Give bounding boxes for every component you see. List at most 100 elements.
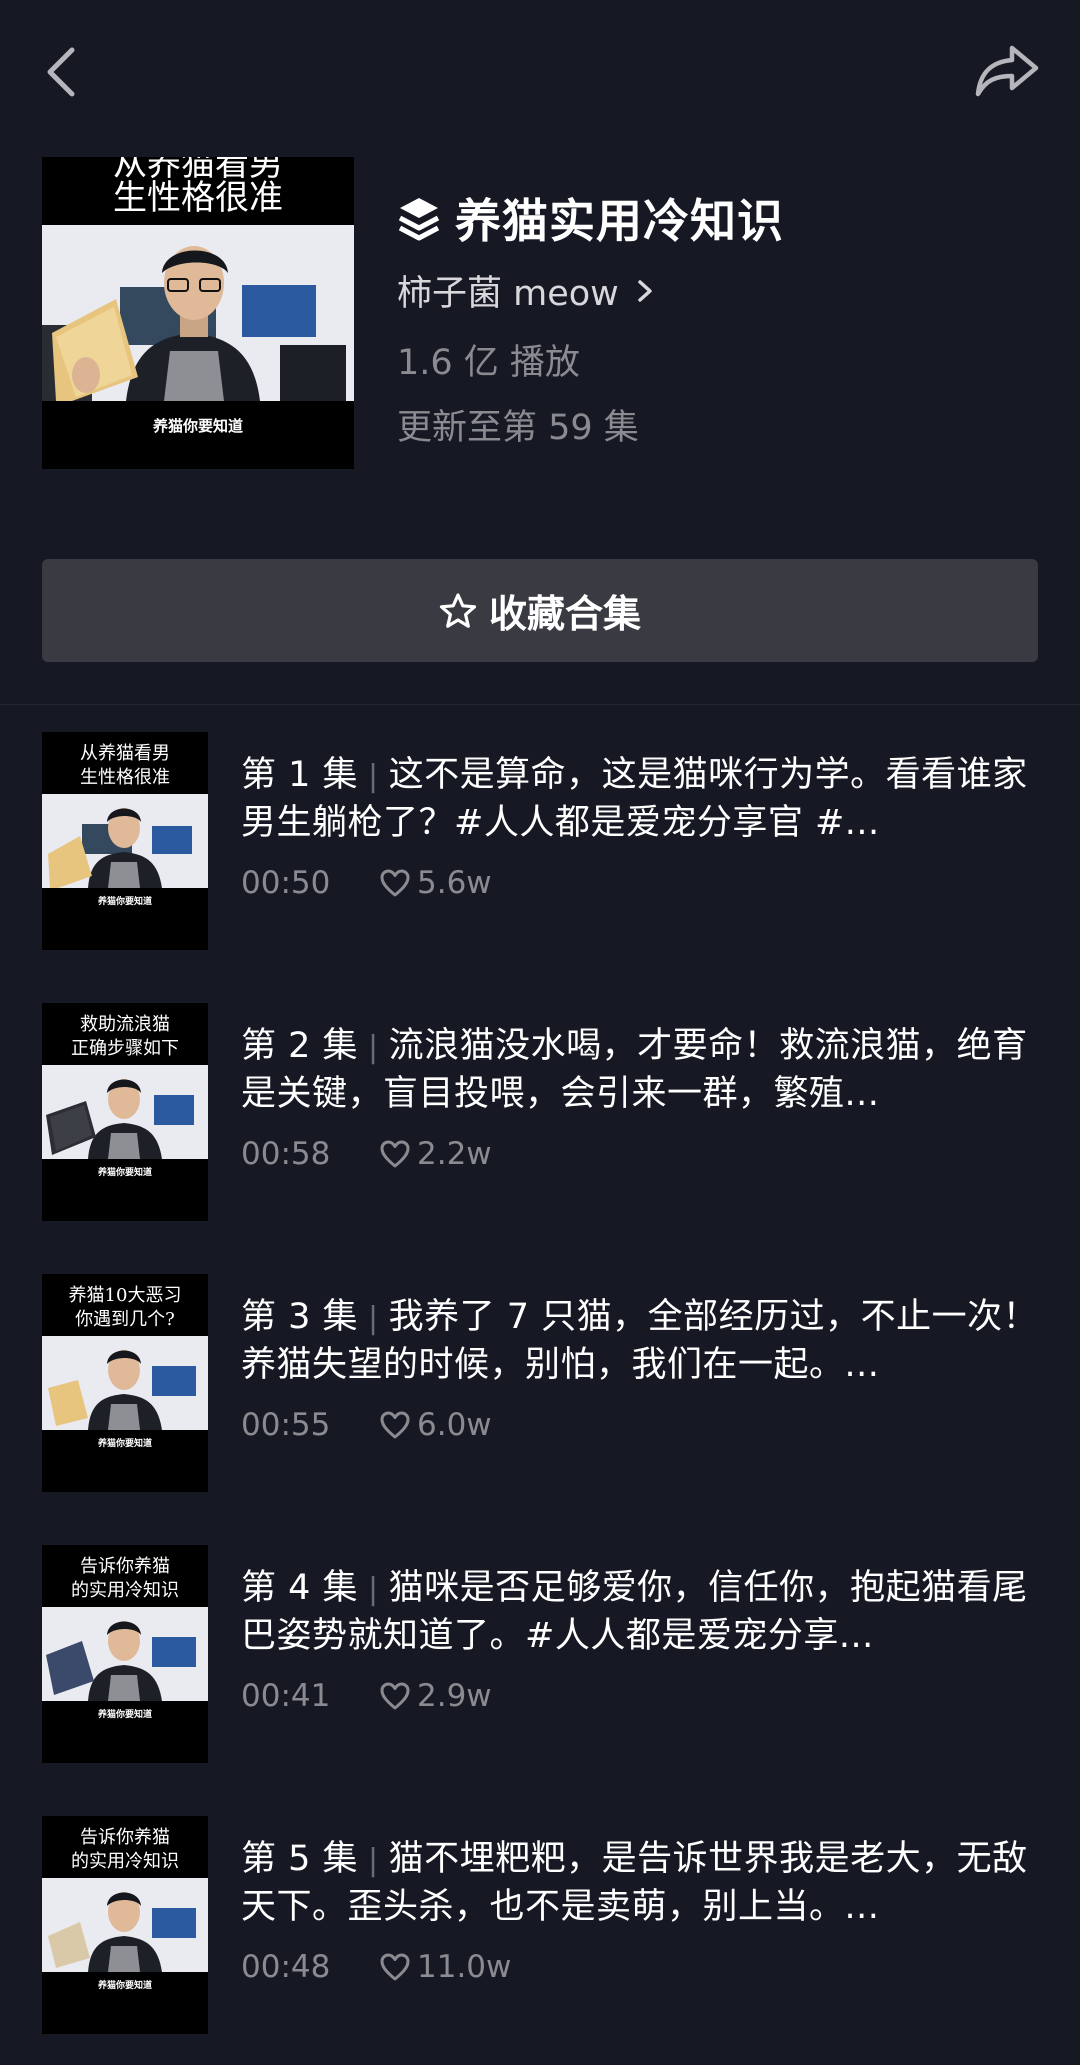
share-arrow-icon xyxy=(975,45,1039,97)
cover-title-line2: 生性格很准 xyxy=(113,178,283,218)
author-name: 柿子菌 meow xyxy=(397,274,619,314)
separator: | xyxy=(368,1301,379,1336)
episode-text: 第 5 集 | 猫不埋粑粑，是告诉世界我是老大，无敌天下。歪头杀，也不是卖萌，别上当… xyxy=(241,1836,1041,1985)
episode-description: 第 5 集 | 猫不埋粑粑，是告诉世界我是老大，无敌天下。歪头杀，也不是卖萌，别上当… xyxy=(241,1836,1041,1928)
episode-description: 第 4 集 | 猫咪是否足够爱你，信任你，抱起猫看尾巴姿势就知道了。#人人都是爱宠分… xyxy=(241,1565,1041,1657)
chevron-right-icon xyxy=(638,279,652,302)
episode-thumbnail: 从养猫看男 生性格很准 养猫你要知道 xyxy=(42,732,208,950)
episode-number: 第 3 集 xyxy=(241,1297,359,1337)
like-count-text: 11.0w xyxy=(417,1949,512,1985)
episode-description: 第 2 集 | 流浪猫没水喝，才要命！救流浪猫，绝育是关键，盲目投喂，会引来一群，繁… xyxy=(241,1023,1041,1115)
episode-meta: 00:58 2.2w xyxy=(241,1136,492,1172)
thumb-image xyxy=(42,1336,208,1430)
favorite-collection-button[interactable]: 收藏合集 xyxy=(42,559,1038,662)
like-count: 5.6w xyxy=(379,865,492,901)
thumb-title-line2: 你遇到几个? xyxy=(75,1309,175,1330)
heart-outline-icon xyxy=(380,1682,410,1710)
separator: | xyxy=(368,1030,379,1065)
heart-outline-icon xyxy=(380,869,410,897)
thumb-footer: 养猫你要知道 xyxy=(97,1981,152,1991)
thumb-image xyxy=(42,794,208,888)
cover-image xyxy=(42,225,354,401)
thumb-title-line1: 养猫10大恶习 xyxy=(68,1285,182,1306)
thumb-footer: 养猫你要知道 xyxy=(97,897,152,907)
like-count: 6.0w xyxy=(379,1407,492,1443)
back-button[interactable] xyxy=(40,38,84,102)
episode-number: 第 4 集 xyxy=(241,1568,359,1608)
episode-text: 第 4 集 | 猫咪是否足够爱你，信任你，抱起猫看尾巴姿势就知道了。#人人都是爱宠分… xyxy=(241,1565,1041,1714)
episode-duration: 00:41 xyxy=(241,1678,331,1714)
episode-number: 第 1 集 xyxy=(241,755,359,795)
like-count-text: 5.6w xyxy=(417,865,492,901)
thumb-footer: 养猫你要知道 xyxy=(97,1439,152,1449)
heart-outline-icon xyxy=(380,1411,410,1439)
chevron-left-icon xyxy=(47,47,75,97)
like-count-text: 2.2w xyxy=(417,1136,492,1172)
like-count: 11.0w xyxy=(379,1949,511,1985)
play-count: 1.6 亿 播放 xyxy=(397,343,580,383)
author-link[interactable]: 柿子菌 meow xyxy=(397,265,655,316)
thumb-title-line1: 救助流浪猫 xyxy=(80,1014,170,1035)
episode-thumbnail: 救助流浪猫 正确步骤如下 养猫你要知道 xyxy=(42,1003,208,1221)
thumb-title-line2: 正确步骤如下 xyxy=(71,1038,179,1059)
episode-number: 第 2 集 xyxy=(241,1026,359,1066)
episode-title: 我养了 7 只猫，全部经历过，不止一次！养猫失望的时候，别怕，我们在一起。... xyxy=(241,1297,1039,1385)
separator: | xyxy=(368,1572,379,1607)
episode-thumbnail: 养猫10大恶习 你遇到几个? 养猫你要知道 xyxy=(42,1274,208,1492)
thumb-footer: 养猫你要知道 xyxy=(97,1168,152,1178)
episode-item-3[interactable]: 养猫10大恶习 你遇到几个? 养猫你要知道 第 3 集 | 我养了 7 只猫，全部经… xyxy=(0,1274,1080,1492)
heart-outline-icon xyxy=(380,1953,410,1981)
thumb-title-line2: 的实用冷知识 xyxy=(71,1580,179,1601)
thumb-title-line1: 告诉你养猫 xyxy=(80,1556,170,1577)
collection-header: 从养猫看男 生性格很准 养猫你要知道 养猫实用冷知识 柿子菌 meow 1.6 … xyxy=(42,157,1042,469)
thumb-title-line2: 生性格很准 xyxy=(80,767,170,788)
like-count-text: 6.0w xyxy=(417,1407,492,1443)
episode-item-4[interactable]: 告诉你养猫 的实用冷知识 养猫你要知道 第 4 集 | 猫咪是否足够爱你，信任你，抱… xyxy=(0,1545,1080,1763)
collection-title: 养猫实用冷知识 xyxy=(397,185,784,251)
collection-cover[interactable]: 从养猫看男 生性格很准 养猫你要知道 xyxy=(42,157,354,469)
episode-number: 第 5 集 xyxy=(241,1839,359,1879)
episode-meta: 00:41 2.9w xyxy=(241,1678,492,1714)
episode-title: 猫不埋粑粑，是告诉世界我是老大，无敌天下。歪头杀，也不是卖萌，别上当。... xyxy=(241,1839,1028,1927)
thumb-title-line1: 告诉你养猫 xyxy=(80,1827,170,1848)
share-button[interactable] xyxy=(972,38,1044,102)
update-status: 更新至第 59 集 xyxy=(397,408,639,448)
episode-meta: 00:55 6.0w xyxy=(241,1407,492,1443)
episode-title: 猫咪是否足够爱你，信任你，抱起猫看尾巴姿势就知道了。#人人都是爱宠分享... xyxy=(241,1568,1028,1656)
episode-text: 第 2 集 | 流浪猫没水喝，才要命！救流浪猫，绝育是关键，盲目投喂，会引来一群，繁… xyxy=(241,1023,1041,1172)
thumb-title-line2: 的实用冷知识 xyxy=(71,1851,179,1872)
star-outline-icon xyxy=(439,592,477,628)
collection-stack-icon xyxy=(398,198,440,241)
episode-duration: 00:55 xyxy=(241,1407,331,1443)
divider xyxy=(0,704,1080,705)
episode-duration: 00:50 xyxy=(241,865,331,901)
episode-thumbnail: 告诉你养猫 的实用冷知识 养猫你要知道 xyxy=(42,1816,208,2034)
like-count: 2.2w xyxy=(379,1136,492,1172)
episode-item-2[interactable]: 救助流浪猫 正确步骤如下 养猫你要知道 第 2 集 | 流浪猫没水喝，才要命！救流浪… xyxy=(0,1003,1080,1221)
favorite-label: 收藏合集 xyxy=(488,592,641,636)
thumb-footer: 养猫你要知道 xyxy=(97,1710,152,1720)
episode-text: 第 1 集 | 这不是算命，这是猫咪行为学。看看谁家男生躺枪了？#人人都是爱宠分享官… xyxy=(241,752,1041,901)
separator: | xyxy=(368,1843,379,1878)
like-count-text: 2.9w xyxy=(417,1678,492,1714)
thumb-image xyxy=(42,1607,208,1701)
episode-description: 第 3 集 | 我养了 7 只猫，全部经历过，不止一次！养猫失望的时候，别怕，我们在… xyxy=(241,1294,1041,1386)
episode-description: 第 1 集 | 这不是算命，这是猫咪行为学。看看谁家男生躺枪了？#人人都是爱宠分享官… xyxy=(241,752,1041,844)
episode-duration: 00:48 xyxy=(241,1949,331,1985)
thumb-title-line1: 从养猫看男 xyxy=(80,743,170,764)
episode-duration: 00:58 xyxy=(241,1136,331,1172)
episode-title: 这不是算命，这是猫咪行为学。看看谁家男生躺枪了？#人人都是爱宠分享官 #... xyxy=(241,755,1028,843)
cover-footer: 养猫你要知道 xyxy=(152,417,243,435)
episode-item-5[interactable]: 告诉你养猫 的实用冷知识 养猫你要知道 第 5 集 | 猫不埋粑粑，是告诉世界我是老… xyxy=(0,1816,1080,2034)
episode-meta: 00:50 5.6w xyxy=(241,865,492,901)
top-bar xyxy=(0,0,1080,140)
episode-meta: 00:48 11.0w xyxy=(241,1949,511,1985)
episode-thumbnail: 告诉你养猫 的实用冷知识 养猫你要知道 xyxy=(42,1545,208,1763)
like-count: 2.9w xyxy=(379,1678,492,1714)
separator: | xyxy=(368,759,379,794)
collection-title-text: 养猫实用冷知识 xyxy=(455,194,784,248)
thumb-image xyxy=(42,1878,208,1972)
thumb-image xyxy=(42,1065,208,1159)
episode-title: 流浪猫没水喝，才要命！救流浪猫，绝育是关键，盲目投喂，会引来一群，繁殖... xyxy=(241,1026,1028,1114)
episode-item-1[interactable]: 从养猫看男 生性格很准 养猫你要知道 第 1 集 | 这不是算命，这是猫咪行为学。看… xyxy=(0,732,1080,950)
